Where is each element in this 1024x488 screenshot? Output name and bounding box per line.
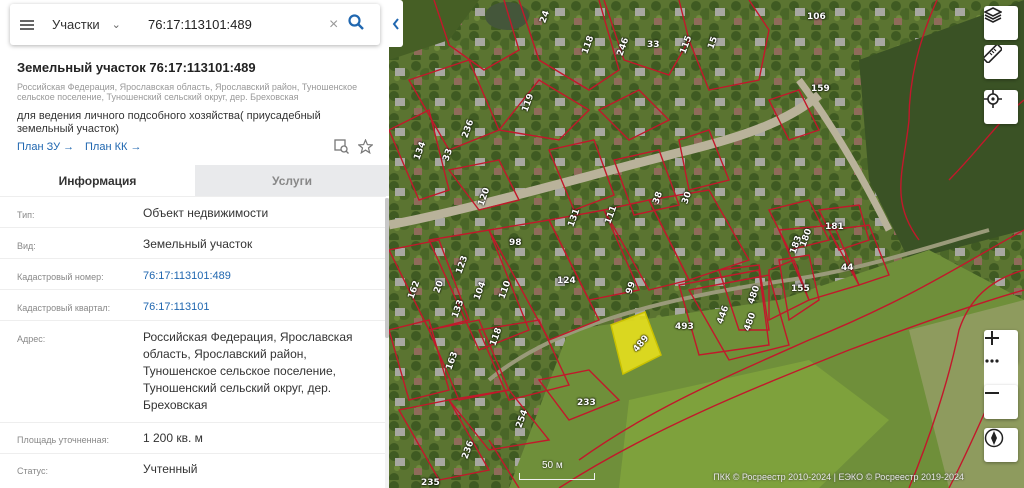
panel-scrollbar[interactable] (385, 198, 389, 488)
collapse-panel-button[interactable] (389, 0, 403, 47)
layers-button[interactable] (984, 6, 1018, 40)
info-row-address: Адрес: Российская Федерация, Ярославская… (0, 320, 386, 423)
plan-kk-link[interactable]: План КК → (85, 141, 141, 153)
parcel-number-label: 44 (841, 263, 854, 273)
parcel-number-label: 124 (557, 276, 576, 286)
info-label: Кадастровый квартал: (17, 303, 111, 313)
star-icon (357, 138, 374, 155)
plan-zu-link[interactable]: План ЗУ → (17, 141, 74, 153)
scale-label: 50 м (542, 460, 563, 471)
info-label: Кадастровый номер: (17, 272, 104, 282)
map-search-button[interactable] (334, 139, 349, 159)
tab-info-label: Информация (58, 173, 137, 188)
parcel-purpose: для ведения личного подсобного хозяйства… (17, 110, 321, 135)
parcel-number-label: 233 (577, 398, 596, 408)
object-type-select[interactable]: Участки ⌄ (52, 17, 145, 32)
search-bar: Участки ⌄ × (10, 4, 380, 45)
locate-button[interactable] (984, 90, 1018, 124)
info-value: Земельный участок (143, 237, 253, 251)
menu-button[interactable] (10, 4, 44, 45)
plan-kk-label: План КК (85, 141, 128, 153)
map-attribution[interactable]: ПКК © Росреестр 2010-2024 | ЕЭКО © Росре… (713, 472, 964, 482)
info-label: Адрес: (17, 334, 46, 344)
map-search-icon (334, 139, 349, 154)
arrow-right-icon: → (63, 141, 75, 153)
object-type-value: Участки (52, 17, 100, 32)
search-button[interactable] (348, 14, 365, 35)
compass-button[interactable] (984, 428, 1018, 462)
hamburger-icon (20, 18, 34, 32)
parcel-number-label: 159 (811, 84, 830, 94)
more-icon (985, 359, 999, 363)
info-label: Статус: (17, 466, 48, 476)
parcel-title: Земельный участок 76:17:113101:489 (17, 60, 256, 75)
chevron-down-icon: ⌄ (111, 19, 121, 31)
locate-icon (984, 90, 1002, 108)
map-scale: 50 м (519, 460, 595, 480)
info-value: Российская Федерация, Ярославская област… (143, 330, 353, 412)
info-value: Учтенный (143, 462, 198, 476)
zoom-in-icon (985, 331, 999, 345)
info-row-cadastral-quarter: Кадастровый квартал: 76:17:113101 (0, 289, 386, 321)
info-row-status: Статус: Учтенный (0, 453, 386, 488)
plan-zu-label: План ЗУ (17, 141, 61, 153)
info-label: Тип: (17, 210, 35, 220)
ruler-button[interactable] (984, 45, 1018, 79)
info-value: Объект недвижимости (143, 206, 269, 220)
panel-tabs: Информация Услуги (0, 165, 389, 196)
chevron-left-icon (392, 17, 399, 30)
tab-services-label: Услуги (272, 173, 312, 188)
info-label: Площадь уточненная: (17, 435, 109, 445)
info-label: Вид: (17, 241, 36, 251)
search-icon (348, 14, 365, 30)
parcel-number-label: 106 (807, 12, 826, 22)
info-panel: Участки ⌄ × Земельный участок 76:17:1131… (0, 0, 389, 488)
zoom-out-button[interactable] (984, 385, 1018, 419)
cadastral-map[interactable]: 24 118 246 33 115 15 106 159 119 134 236 33 111 120 13… (389, 0, 1024, 488)
parcel-number-label: 155 (791, 284, 810, 294)
parcel-number-label: 33 (647, 40, 660, 50)
layers-icon (984, 7, 1002, 23)
scrollbar-thumb[interactable] (385, 198, 389, 338)
info-row-kind: Вид: Земельный участок (0, 227, 386, 259)
ruler-icon (984, 45, 1002, 63)
parcel-number-label: 181 (825, 222, 844, 232)
info-row-type: Тип: Объект недвижимости (0, 196, 386, 228)
tab-info[interactable]: Информация (0, 165, 195, 196)
cadastral-number-link[interactable]: 76:17:113101:489 (143, 268, 378, 285)
parcel-number-label: 235 (421, 478, 440, 488)
zoom-out-icon (985, 392, 999, 394)
map-canvas (389, 0, 1024, 488)
arrow-right-icon: → (130, 141, 142, 153)
parcel-number-label: 98 (509, 238, 522, 248)
favorite-button[interactable] (357, 138, 374, 159)
parcel-address-short: Российская Федерация, Ярославская област… (17, 82, 358, 102)
clear-search-icon[interactable]: × (329, 16, 338, 34)
info-row-cadastral-number: Кадастровый номер: 76:17:113101:489 (0, 258, 386, 290)
info-row-area: Площадь уточненная: 1 200 кв. м (0, 422, 386, 454)
compass-icon (984, 428, 1004, 448)
info-value: 1 200 кв. м (143, 431, 203, 445)
parcel-number-label: 493 (675, 322, 694, 332)
search-input[interactable] (148, 17, 323, 32)
tab-services[interactable]: Услуги (195, 165, 389, 196)
cadastral-quarter-link[interactable]: 76:17:113101 (143, 299, 378, 316)
